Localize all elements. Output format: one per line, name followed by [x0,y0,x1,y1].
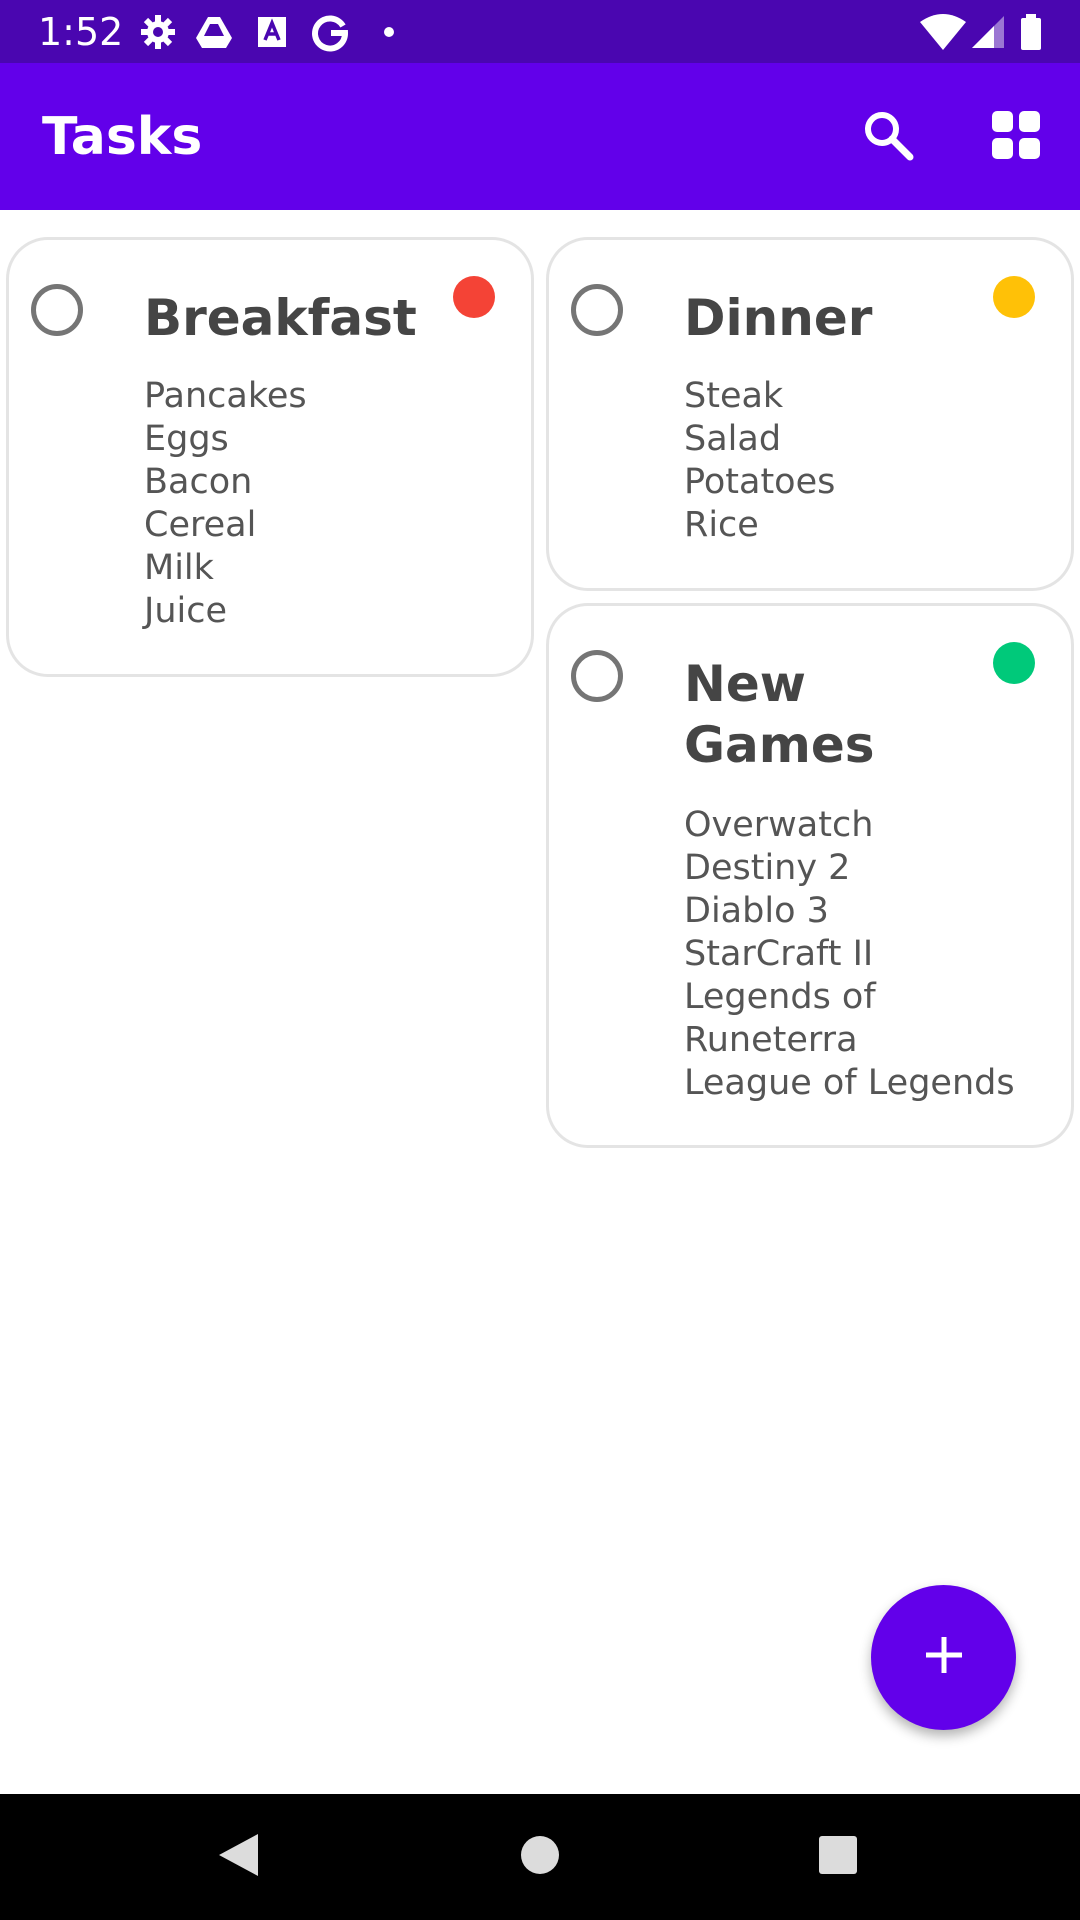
task-item: Diablo 3 [684,891,829,931]
task-items-list: Steak Salad Potatoes Rice [684,375,835,547]
page-title: Tasks [42,107,203,167]
status-time: 1:52 [38,10,124,54]
task-item: Milk [144,548,214,588]
task-item: Juice [144,591,228,631]
task-item: Cereal [144,505,257,545]
task-checkbox[interactable] [31,284,83,336]
task-checkbox[interactable] [571,650,623,702]
task-item: Potatoes [684,462,836,502]
task-item: Destiny 2 [684,848,851,888]
task-item: Bacon [144,462,253,502]
navigation-bar [0,1794,1080,1920]
task-item: Runeterra [684,1020,858,1060]
priority-color-dot [993,276,1035,318]
priority-color-dot [453,276,495,318]
task-items-list: Pancakes Eggs Bacon Cereal Milk Juice [144,375,307,633]
task-item: Overwatch [684,805,874,845]
status-bar: 1:52 [0,0,1080,63]
task-title-line: Games [684,716,875,774]
home-button[interactable] [510,1827,570,1887]
task-items-list: Overwatch Destiny 2 Diablo 3 StarCraft I… [684,804,1015,1105]
plus-icon [922,1633,966,1682]
task-card-dinner[interactable]: Dinner Steak Salad Potatoes Rice [546,237,1074,591]
battery-icon [1016,12,1046,52]
home-icon [520,1835,560,1880]
task-card-new-games[interactable]: New Games Overwatch Destiny 2 Diablo 3 S… [546,603,1074,1148]
drive-icon [194,12,234,52]
recents-button[interactable] [808,1827,868,1887]
task-title: Breakfast [144,289,417,347]
grid-view-button[interactable] [976,97,1056,177]
signal-icon [970,12,1010,52]
task-item: Legends of [684,977,876,1017]
search-icon [860,107,916,168]
google-icon [310,12,350,52]
text-app-icon [252,12,292,52]
wifi-icon [918,12,968,52]
task-card-breakfast[interactable]: Breakfast Pancakes Eggs Bacon Cereal Mil… [6,237,534,677]
back-icon [216,1831,260,1884]
recents-icon [818,1835,858,1880]
app-bar: Tasks [0,63,1080,210]
search-button[interactable] [848,97,928,177]
task-item: League of Legends [684,1063,1015,1103]
task-title: Dinner [684,289,873,347]
task-item: Salad [684,419,782,459]
priority-color-dot [993,642,1035,684]
task-item: Steak [684,376,784,416]
grid-view-icon [990,109,1042,166]
back-button[interactable] [208,1827,268,1887]
settings-icon [138,12,178,52]
task-item: StarCraft II [684,934,874,974]
task-checkbox[interactable] [571,284,623,336]
task-item: Pancakes [144,376,307,416]
dot-icon [370,12,410,52]
task-item: Eggs [144,419,229,459]
task-title: New Games [684,654,984,776]
add-task-button[interactable] [871,1585,1016,1730]
task-item: Rice [684,505,759,545]
task-title-line: New [684,655,806,713]
